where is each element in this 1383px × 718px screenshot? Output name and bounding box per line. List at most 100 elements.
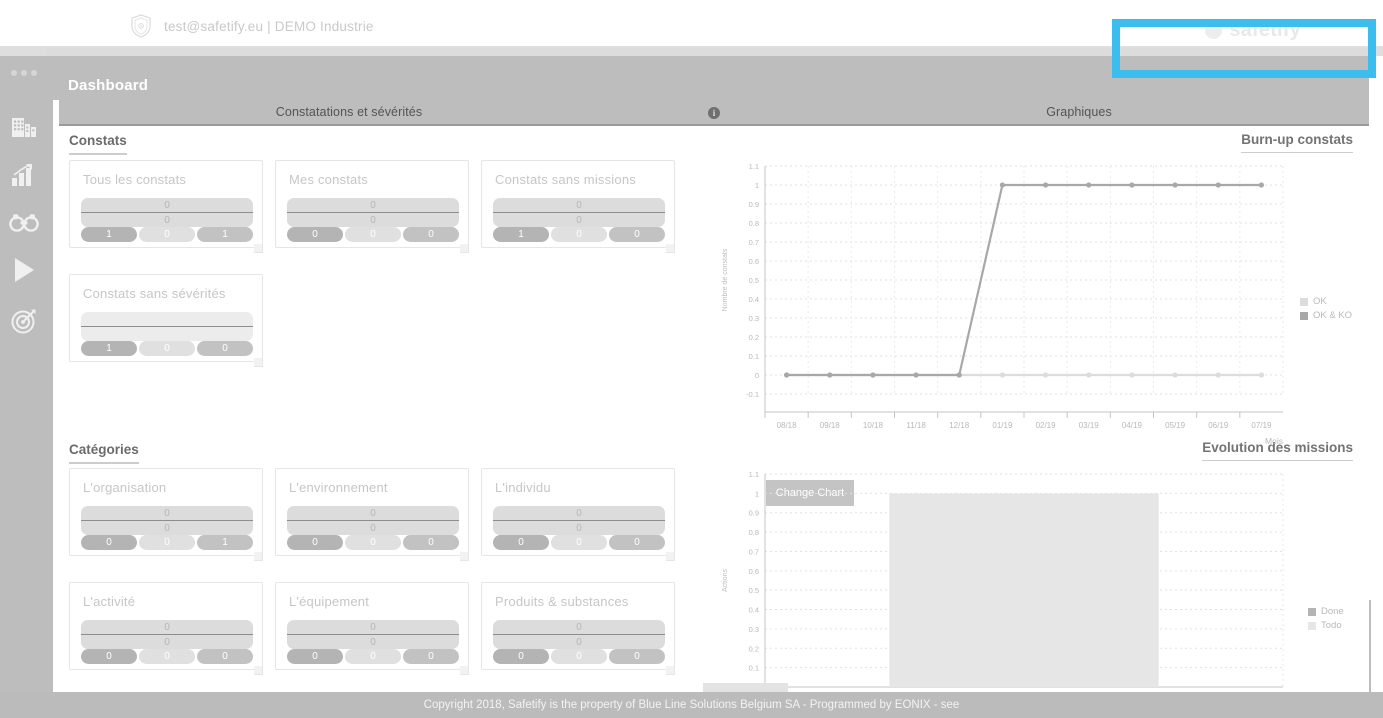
kpi-bar-bottom: 0 (493, 521, 665, 535)
kpi-card[interactable]: Mes constats 0 0 0 0 0 (275, 160, 469, 253)
y-axis-tick-label: 1.1 (749, 162, 759, 171)
kpi-card-title: L'individu (495, 480, 551, 495)
missions-chart: 00.10.20.30.40.50.60.70.80.911.1Plan pro… (713, 460, 1313, 718)
kpi-card[interactable]: L'organisation 0 0 0 0 1 (69, 468, 263, 561)
brand-name-label: safetify (1229, 19, 1301, 41)
kpi-pill[interactable]: 0 (139, 227, 195, 242)
kpi-pill[interactable]: 1 (81, 227, 137, 242)
kpi-card-title: L'organisation (83, 480, 167, 495)
kpi-card-title: Constats sans missions (495, 172, 636, 187)
kpi-pill[interactable]: 0 (287, 535, 343, 550)
kpi-pill[interactable]: 0 (493, 649, 549, 664)
kpi-pill[interactable]: 0 (81, 535, 137, 550)
data-point (999, 372, 1006, 378)
kpi-pill[interactable]: 0 (551, 227, 607, 242)
kpi-card[interactable]: L'activité 0 0 0 0 0 (69, 582, 263, 675)
kpi-card[interactable]: L'équipement 0 0 0 0 0 (275, 582, 469, 675)
data-point (1042, 182, 1049, 188)
kpi-pill[interactable]: 0 (403, 227, 459, 242)
kpi-card[interactable]: Constats sans missions 0 0 1 0 0 (481, 160, 675, 253)
data-point (1258, 372, 1265, 378)
kpi-pill[interactable]: 0 (609, 649, 665, 664)
kpi-card[interactable]: Constats sans sévérités 1 0 0 (69, 274, 263, 367)
dashboard-page: test@safetify.eu | DEMO Industrie safeti… (0, 0, 1383, 718)
kpi-pill[interactable]: 1 (197, 535, 253, 550)
kpi-pill[interactable]: 0 (403, 649, 459, 664)
bar-chart-icon[interactable] (11, 163, 37, 187)
y-axis-tick-label: 0.1 (749, 352, 759, 361)
kpi-pill[interactable]: 0 (609, 227, 665, 242)
kpi-pill[interactable]: 0 (287, 649, 343, 664)
user-email-label: test@safetify.eu | DEMO Industrie (164, 18, 374, 34)
kpi-bar-bottom: 0 (81, 521, 253, 535)
kpi-pill[interactable]: 0 (493, 535, 549, 550)
target-icon[interactable] (11, 308, 37, 334)
kpi-card[interactable]: L'individu 0 0 0 0 0 (481, 468, 675, 561)
binoculars-icon[interactable] (8, 212, 39, 232)
tab-graphiques[interactable]: Graphiques (789, 105, 1369, 119)
tab-info[interactable]: i (639, 105, 789, 119)
kpi-pill[interactable]: 1 (197, 227, 253, 242)
y-axis-tick-label: 0.2 (749, 644, 759, 653)
kpi-card-title: Tous les constats (83, 172, 187, 187)
kpi-pill[interactable]: 0 (139, 649, 195, 664)
kpi-pill[interactable]: 0 (345, 227, 401, 242)
kpi-card-bars: 00 (287, 198, 459, 227)
data-point (1042, 372, 1049, 378)
kpi-card[interactable]: Produits & substances 0 0 0 0 0 (481, 582, 675, 675)
kpi-pill[interactable]: 0 (197, 341, 253, 356)
data-point (999, 182, 1006, 188)
legend-item: OK (1300, 296, 1352, 307)
missions-legend: Done Todo (1308, 606, 1344, 634)
kpi-pill[interactable]: 0 (551, 649, 607, 664)
kpi-pill[interactable]: 0 (139, 535, 195, 550)
kpi-pill[interactable]: 0 (81, 649, 137, 664)
kpi-pill[interactable]: 0 (609, 535, 665, 550)
missions-chart-svg: 00.10.20.30.40.50.60.70.80.911.1Plan pro… (722, 470, 1284, 709)
kpi-pill[interactable]: 0 (403, 535, 459, 550)
x-axis-tick-label: 07/19 (1251, 421, 1272, 430)
kpi-bar-top: 0 (493, 620, 665, 634)
menu-dots-icon[interactable] (0, 70, 47, 76)
kpi-card[interactable]: L'environnement 0 0 0 0 0 (275, 468, 469, 561)
kpi-pill[interactable]: 1 (493, 227, 549, 242)
kpi-bar-bottom: 0 (493, 635, 665, 649)
kpi-pill[interactable]: 0 (551, 535, 607, 550)
legend-label: OK & KO (1313, 310, 1353, 321)
building-icon[interactable] (11, 114, 37, 138)
kpi-pill[interactable]: 0 (197, 649, 253, 664)
data-point (827, 372, 833, 378)
y-axis-tick-label: 0.8 (749, 219, 759, 228)
x-axis-tick-label: 03/19 (1079, 421, 1100, 430)
brand-dot-icon (1205, 22, 1223, 39)
y-axis-tick-label: 0.6 (749, 257, 759, 266)
kpi-pill[interactable]: 0 (345, 649, 401, 664)
data-point (1129, 372, 1135, 378)
sidebar-rail (0, 56, 47, 718)
legend-label: OK (1313, 296, 1327, 307)
tab-constatations[interactable]: Constatations et sévérités (59, 105, 639, 119)
kpi-bar-bottom: 0 (81, 213, 253, 227)
kpi-pill-row: 000 (493, 649, 665, 664)
kpi-bar-bottom: 0 (287, 213, 459, 227)
kpi-pill[interactable]: 0 (139, 341, 195, 356)
dot (30, 70, 37, 76)
kpi-pill[interactable]: 0 (287, 227, 343, 242)
kpi-bar-bottom: 0 (287, 635, 459, 649)
x-axis-tick-label: 09/18 (820, 421, 841, 430)
kpi-pill[interactable]: 1 (81, 341, 137, 356)
kpi-card[interactable]: Tous les constats 0 0 1 0 1 (69, 160, 263, 253)
top-bar: test@safetify.eu | DEMO Industrie safeti… (0, 0, 1383, 46)
copyright-label: Copyright 2018, Safetify is the property… (423, 699, 960, 711)
x-axis-title: Mois (1265, 436, 1283, 446)
y-axis-tick-label: 1 (755, 489, 759, 498)
kpi-pill[interactable]: 0 (345, 535, 401, 550)
x-axis-tick-label: 01/19 (992, 421, 1013, 430)
kpi-pill-row: 001 (81, 535, 253, 550)
right-scrollbar[interactable] (1369, 600, 1371, 692)
play-icon[interactable] (12, 257, 36, 283)
kpi-pill-row: 101 (81, 227, 253, 242)
y-axis-tick-label: 0.3 (749, 625, 759, 634)
kpi-card-title: Mes constats (289, 172, 368, 187)
kpi-bar-empty (81, 312, 253, 341)
